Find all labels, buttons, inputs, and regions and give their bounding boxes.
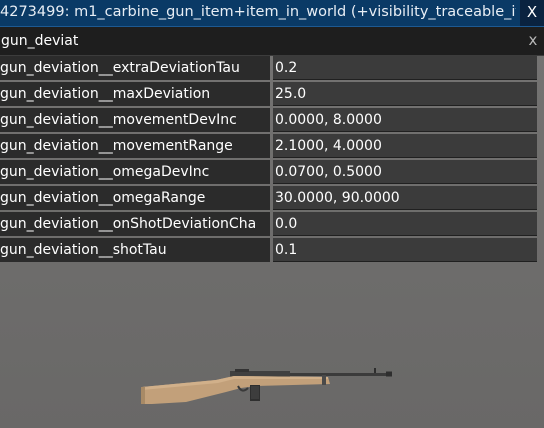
filter-input[interactable] xyxy=(0,27,520,55)
property-name: gun_deviation__movementDevInc xyxy=(0,108,270,132)
property-value-field[interactable]: 30.0000, 90.0000 xyxy=(273,186,537,210)
property-value-field[interactable]: 0.2 xyxy=(273,56,537,80)
property-row: gun_deviation__movementRange 2.1000, 4.0… xyxy=(0,134,537,160)
property-row: gun_deviation__onShotDeviationCha 0.0 xyxy=(0,212,537,238)
property-value-field[interactable]: 0.1 xyxy=(273,238,537,262)
property-name: gun_deviation__omegaDevInc xyxy=(0,160,270,184)
property-row: gun_deviation__extraDeviationTau 0.2 xyxy=(0,56,537,82)
property-row: gun_deviation__shotTau 0.1 xyxy=(0,238,537,264)
property-name: gun_deviation__extraDeviationTau xyxy=(0,56,270,80)
property-name: gun_deviation__omegaRange xyxy=(0,186,270,210)
property-value-field[interactable]: 2.1000, 4.0000 xyxy=(273,134,537,158)
inspector-title-bar[interactable]: 4273499: m1_carbine_gun_item+item_in_wor… xyxy=(0,0,544,27)
property-name: gun_deviation__onShotDeviationCha xyxy=(0,212,270,236)
filter-bar: x xyxy=(0,27,544,56)
property-name: gun_deviation__shotTau xyxy=(0,238,270,262)
property-name: gun_deviation__maxDeviation xyxy=(0,82,270,106)
property-row: gun_deviation__movementDevInc 0.0000, 8.… xyxy=(0,108,537,134)
property-row: gun_deviation__omegaDevInc 0.0700, 0.500… xyxy=(0,160,537,186)
close-window-button[interactable]: X xyxy=(520,0,544,26)
property-value-field[interactable]: 25.0 xyxy=(273,82,537,106)
property-name: gun_deviation__movementRange xyxy=(0,134,270,158)
property-grid: gun_deviation__extraDeviationTau 0.2 gun… xyxy=(0,56,537,264)
m1-carbine-rifle-icon xyxy=(141,368,392,404)
property-value-field[interactable]: 0.0 xyxy=(273,212,537,236)
property-value-field[interactable]: 0.0000, 8.0000 xyxy=(273,108,537,132)
property-value-field[interactable]: 0.0700, 0.5000 xyxy=(273,160,537,184)
clear-filter-button[interactable]: x xyxy=(525,27,541,55)
property-row: gun_deviation__maxDeviation 25.0 xyxy=(0,82,537,108)
window-title: 4273499: m1_carbine_gun_item+item_in_wor… xyxy=(0,4,516,20)
property-row: gun_deviation__omegaRange 30.0000, 90.00… xyxy=(0,186,537,212)
